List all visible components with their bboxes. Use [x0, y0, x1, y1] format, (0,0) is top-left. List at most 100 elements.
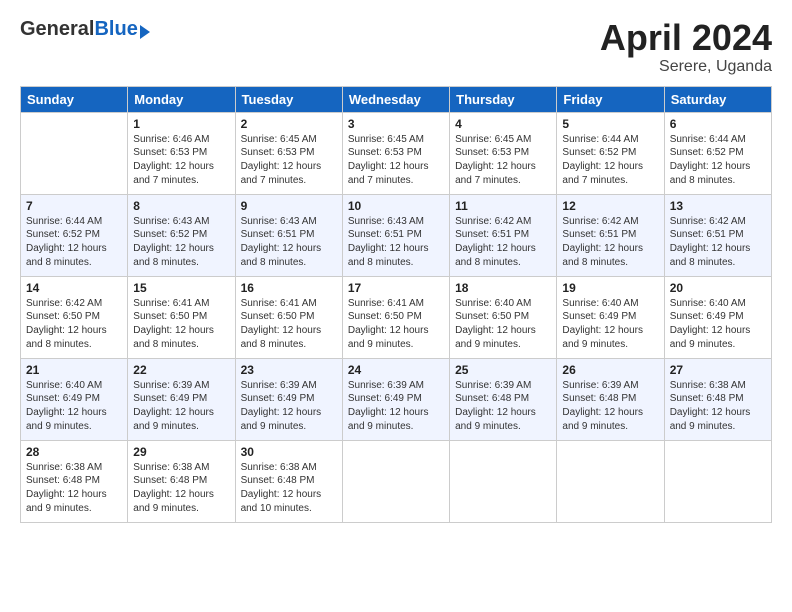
day-number: 18: [455, 281, 551, 295]
calendar-cell: 9Sunrise: 6:43 AMSunset: 6:51 PMDaylight…: [235, 194, 342, 276]
day-info: Sunrise: 6:41 AMSunset: 6:50 PMDaylight:…: [348, 298, 429, 350]
day-number: 19: [562, 281, 658, 295]
day-number: 11: [455, 199, 551, 213]
col-saturday: Saturday: [664, 86, 771, 112]
day-info: Sunrise: 6:43 AMSunset: 6:51 PMDaylight:…: [348, 216, 429, 268]
day-info: Sunrise: 6:44 AMSunset: 6:52 PMDaylight:…: [26, 216, 107, 268]
day-info: Sunrise: 6:44 AMSunset: 6:52 PMDaylight:…: [562, 134, 643, 186]
day-number: 4: [455, 117, 551, 131]
calendar-cell: 7 Sunrise: 6:44 AMSunset: 6:52 PMDaylight…: [21, 194, 128, 276]
day-info: Sunrise: 6:40 AMSunset: 6:50 PMDaylight:…: [455, 298, 536, 350]
calendar-cell: [21, 112, 128, 194]
month-title: April 2024: [600, 18, 772, 58]
calendar-cell: 29Sunrise: 6:38 AMSunset: 6:48 PMDayligh…: [128, 440, 235, 522]
calendar-cell: 12 Sunrise: 6:42 AMSunset: 6:51 PMDayligh…: [557, 194, 664, 276]
title-area: April 2024 Serere, Uganda: [600, 18, 772, 76]
day-info: Sunrise: 6:40 AMSunset: 6:49 PMDaylight:…: [26, 380, 107, 432]
day-number: 15: [133, 281, 229, 295]
calendar-cell: 30 Sunrise: 6:38 AMSunset: 6:48 PMDayligh…: [235, 440, 342, 522]
calendar-cell: 16 Sunrise: 6:41 AMSunset: 6:50 PMDayligh…: [235, 276, 342, 358]
calendar-cell: 3Sunrise: 6:45 AMSunset: 6:53 PMDaylight…: [342, 112, 449, 194]
day-info: Sunrise: 6:42 AMSunset: 6:51 PMDaylight:…: [562, 216, 643, 268]
calendar-cell: 23Sunrise: 6:39 AMSunset: 6:49 PMDayligh…: [235, 358, 342, 440]
calendar-cell: 25Sunrise: 6:39 AMSunset: 6:48 PMDayligh…: [450, 358, 557, 440]
day-number: 28: [26, 445, 122, 459]
calendar-cell: 18 Sunrise: 6:40 AMSunset: 6:50 PMDayligh…: [450, 276, 557, 358]
calendar-cell: 14 Sunrise: 6:42 AMSunset: 6:50 PMDayligh…: [21, 276, 128, 358]
day-info: Sunrise: 6:45 AMSunset: 6:53 PMDaylight:…: [241, 134, 322, 186]
day-number: 26: [562, 363, 658, 377]
day-number: 14: [26, 281, 122, 295]
day-number: 12: [562, 199, 658, 213]
day-number: 17: [348, 281, 444, 295]
col-sunday: Sunday: [21, 86, 128, 112]
calendar-cell: 6 Sunrise: 6:44 AMSunset: 6:52 PMDaylight…: [664, 112, 771, 194]
calendar-cell: 10 Sunrise: 6:43 AMSunset: 6:51 PMDayligh…: [342, 194, 449, 276]
calendar-cell: [342, 440, 449, 522]
day-number: 8: [133, 199, 229, 213]
day-number: 3: [348, 117, 444, 131]
day-info: Sunrise: 6:46 AMSunset: 6:53 PMDaylight:…: [133, 134, 214, 186]
day-number: 24: [348, 363, 444, 377]
day-info: Sunrise: 6:39 AMSunset: 6:49 PMDaylight:…: [133, 380, 214, 432]
col-thursday: Thursday: [450, 86, 557, 112]
calendar-cell: 24 Sunrise: 6:39 AMSunset: 6:49 PMDayligh…: [342, 358, 449, 440]
calendar-cell: 26 Sunrise: 6:39 AMSunset: 6:48 PMDayligh…: [557, 358, 664, 440]
calendar-cell: 5Sunrise: 6:44 AMSunset: 6:52 PMDaylight…: [557, 112, 664, 194]
logo-arrow-icon: [140, 25, 150, 39]
calendar-cell: 19 Sunrise: 6:40 AMSunset: 6:49 PMDayligh…: [557, 276, 664, 358]
calendar-cell: 28 Sunrise: 6:38 AMSunset: 6:48 PMDayligh…: [21, 440, 128, 522]
calendar-row-5: 28 Sunrise: 6:38 AMSunset: 6:48 PMDayligh…: [21, 440, 772, 522]
calendar-cell: 8 Sunrise: 6:43 AMSunset: 6:52 PMDaylight…: [128, 194, 235, 276]
day-number: 22: [133, 363, 229, 377]
calendar-table: Sunday Monday Tuesday Wednesday Thursday…: [20, 86, 772, 523]
calendar-cell: 2 Sunrise: 6:45 AMSunset: 6:53 PMDaylight…: [235, 112, 342, 194]
day-info: Sunrise: 6:39 AMSunset: 6:49 PMDaylight:…: [241, 380, 322, 432]
day-info: Sunrise: 6:41 AMSunset: 6:50 PMDaylight:…: [133, 298, 214, 350]
day-number: 1: [133, 117, 229, 131]
day-info: Sunrise: 6:42 AMSunset: 6:50 PMDaylight:…: [26, 298, 107, 350]
calendar-cell: 11Sunrise: 6:42 AMSunset: 6:51 PMDayligh…: [450, 194, 557, 276]
col-wednesday: Wednesday: [342, 86, 449, 112]
location-subtitle: Serere, Uganda: [600, 58, 772, 76]
logo-general: General: [20, 18, 94, 41]
day-number: 16: [241, 281, 337, 295]
day-info: Sunrise: 6:40 AMSunset: 6:49 PMDaylight:…: [670, 298, 751, 350]
day-info: Sunrise: 6:39 AMSunset: 6:49 PMDaylight:…: [348, 380, 429, 432]
calendar-cell: 20 Sunrise: 6:40 AMSunset: 6:49 PMDayligh…: [664, 276, 771, 358]
day-number: 30: [241, 445, 337, 459]
day-number: 6: [670, 117, 766, 131]
col-monday: Monday: [128, 86, 235, 112]
day-info: Sunrise: 6:41 AMSunset: 6:50 PMDaylight:…: [241, 298, 322, 350]
day-info: Sunrise: 6:38 AMSunset: 6:48 PMDaylight:…: [241, 462, 322, 514]
calendar-cell: 22 Sunrise: 6:39 AMSunset: 6:49 PMDayligh…: [128, 358, 235, 440]
day-number: 7: [26, 199, 122, 213]
day-info: Sunrise: 6:43 AMSunset: 6:51 PMDaylight:…: [241, 216, 322, 268]
calendar-row-4: 21Sunrise: 6:40 AMSunset: 6:49 PMDayligh…: [21, 358, 772, 440]
day-info: Sunrise: 6:42 AMSunset: 6:51 PMDaylight:…: [670, 216, 751, 268]
calendar-cell: 4 Sunrise: 6:45 AMSunset: 6:53 PMDaylight…: [450, 112, 557, 194]
calendar-row-3: 14 Sunrise: 6:42 AMSunset: 6:50 PMDayligh…: [21, 276, 772, 358]
calendar-cell: 1 Sunrise: 6:46 AMSunset: 6:53 PMDaylight…: [128, 112, 235, 194]
col-friday: Friday: [557, 86, 664, 112]
calendar-cell: [450, 440, 557, 522]
day-info: Sunrise: 6:40 AMSunset: 6:49 PMDaylight:…: [562, 298, 643, 350]
day-info: Sunrise: 6:38 AMSunset: 6:48 PMDaylight:…: [26, 462, 107, 514]
day-info: Sunrise: 6:43 AMSunset: 6:52 PMDaylight:…: [133, 216, 214, 268]
col-tuesday: Tuesday: [235, 86, 342, 112]
day-number: 13: [670, 199, 766, 213]
day-info: Sunrise: 6:44 AMSunset: 6:52 PMDaylight:…: [670, 134, 751, 186]
calendar-header-row: Sunday Monday Tuesday Wednesday Thursday…: [21, 86, 772, 112]
header: General Blue April 2024 Serere, Uganda: [20, 18, 772, 76]
day-number: 20: [670, 281, 766, 295]
day-number: 2: [241, 117, 337, 131]
day-info: Sunrise: 6:38 AMSunset: 6:48 PMDaylight:…: [670, 380, 751, 432]
day-number: 10: [348, 199, 444, 213]
day-info: Sunrise: 6:39 AMSunset: 6:48 PMDaylight:…: [562, 380, 643, 432]
day-number: 27: [670, 363, 766, 377]
day-number: 25: [455, 363, 551, 377]
calendar-row-1: 1 Sunrise: 6:46 AMSunset: 6:53 PMDaylight…: [21, 112, 772, 194]
day-info: Sunrise: 6:45 AMSunset: 6:53 PMDaylight:…: [455, 134, 536, 186]
day-number: 29: [133, 445, 229, 459]
logo: General Blue: [20, 18, 150, 41]
